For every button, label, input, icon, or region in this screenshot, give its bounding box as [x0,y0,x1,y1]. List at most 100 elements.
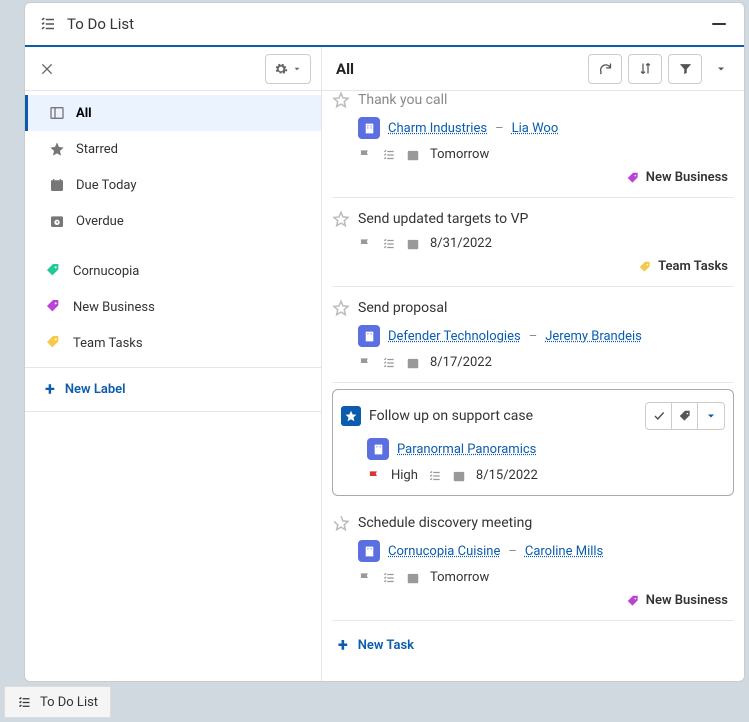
new-task-text: New Task [358,638,414,653]
building-icon [358,117,380,139]
task-card[interactable]: Thank you call Charm Industries – Lia Wo… [332,91,734,198]
calendar-icon [406,356,420,370]
complete-button[interactable] [646,403,672,429]
tag-icon [45,298,63,316]
star-icon [48,140,66,158]
contact-link[interactable]: Jeremy Brandeis [545,329,642,344]
minimize-button[interactable] [708,13,730,35]
nav-label: Due Today [76,178,137,193]
new-label-text: New Label [65,382,126,397]
star-toggle[interactable] [341,406,361,426]
contact-link[interactable]: Caroline Mills [525,544,603,559]
sidebar: All Starred Due Today Overdue [25,47,322,681]
separator: – [508,544,517,559]
filter-icon [678,61,693,76]
nav-item-overdue[interactable]: Overdue [25,203,321,239]
star-toggle[interactable] [332,514,350,532]
overdue-icon [48,212,66,230]
task-label-badge[interactable]: New Business [626,593,728,608]
building-icon [367,438,389,460]
task-list[interactable]: Thank you call Charm Industries – Lia Wo… [322,91,744,681]
account-link[interactable]: Paranormal Panoramics [397,442,536,457]
separator: – [529,329,538,344]
sidebar-header [25,47,321,91]
panel-icon [48,104,66,122]
task-card[interactable]: Send proposal Defender Technologies – Je… [332,287,734,383]
task-title: Thank you call [358,92,728,108]
flag-icon [358,237,372,251]
more-button[interactable] [708,54,734,84]
close-sidebar-button[interactable] [35,57,59,81]
gear-icon [274,62,288,76]
plus-icon: + [45,379,55,400]
checklist-icon [428,469,442,483]
flag-icon [358,148,372,162]
nav-label: All [76,106,92,121]
task-title: Send proposal [358,300,728,316]
new-label-button[interactable]: + New Label [25,368,321,412]
tag-icon [45,262,63,280]
calendar-icon [406,148,420,162]
check-icon [652,409,666,423]
todo-list-icon [17,695,32,710]
refresh-icon [598,61,613,76]
separator: – [495,121,504,136]
task-title: Send updated targets to VP [358,211,728,227]
window-title: To Do List [67,15,708,33]
calendar-icon [48,176,66,194]
nav-label: Overdue [76,214,124,229]
task-title: Schedule discovery meeting [358,515,728,531]
tag-button[interactable] [672,403,698,429]
tag-icon [45,334,63,352]
new-task-button[interactable]: + New Task [332,621,734,662]
task-date: Tomorrow [430,570,489,585]
bottom-tab-text: To Do List [40,695,98,710]
checklist-icon [382,237,396,251]
label-item-team-tasks[interactable]: Team Tasks [25,325,321,361]
task-date: 8/31/2022 [430,236,492,251]
label-text: New Business [73,300,155,315]
calendar-icon [406,571,420,585]
label-text: Team Tasks [73,336,143,351]
nav-item-starred[interactable]: Starred [25,131,321,167]
tag-icon [638,260,652,274]
label-item-cornucopia[interactable]: Cornucopia [25,253,321,289]
calendar-icon [452,469,466,483]
nav-list: All Starred Due Today Overdue [25,91,321,239]
app-window: To Do List All [24,2,745,682]
nav-item-all[interactable]: All [25,95,321,131]
caret-down-icon [705,410,717,422]
nav-item-due-today[interactable]: Due Today [25,167,321,203]
filter-button[interactable] [668,54,702,84]
account-link[interactable]: Cornucopia Cuisine [388,544,500,559]
label-text: Cornucopia [73,264,139,279]
contact-link[interactable]: Lia Woo [512,121,559,136]
task-label-badge[interactable]: New Business [626,170,728,185]
caret-down-icon [715,63,727,75]
refresh-button[interactable] [588,54,622,84]
bottom-tab[interactable]: To Do List [4,686,111,718]
account-link[interactable]: Charm Industries [388,121,487,136]
flag-icon [358,571,372,585]
building-icon [358,540,380,562]
task-card[interactable]: Send updated targets to VP 8/31/2022 Tea… [332,198,734,287]
nav-label: Starred [76,142,118,157]
checklist-icon [382,356,396,370]
star-toggle[interactable] [332,299,350,317]
account-link[interactable]: Defender Technologies [388,329,521,344]
dropdown-button[interactable] [698,403,724,429]
settings-button[interactable] [265,54,311,84]
labels-list: Cornucopia New Business Team Tasks [25,239,321,361]
task-label-badge[interactable]: Team Tasks [638,259,728,274]
main-panel: All Thank you call Charm Industries [322,47,744,681]
label-item-new-business[interactable]: New Business [25,289,321,325]
star-toggle[interactable] [332,210,350,228]
star-toggle[interactable] [332,91,350,109]
task-card-selected[interactable]: Follow up on support case Paranormal Pan… [332,389,734,496]
badge-text: New Business [646,593,728,608]
sort-icon [638,61,653,76]
task-card[interactable]: Schedule discovery meeting Cornucopia Cu… [332,502,734,621]
todo-list-icon [39,15,57,33]
sort-button[interactable] [628,54,662,84]
task-actions [645,402,725,430]
